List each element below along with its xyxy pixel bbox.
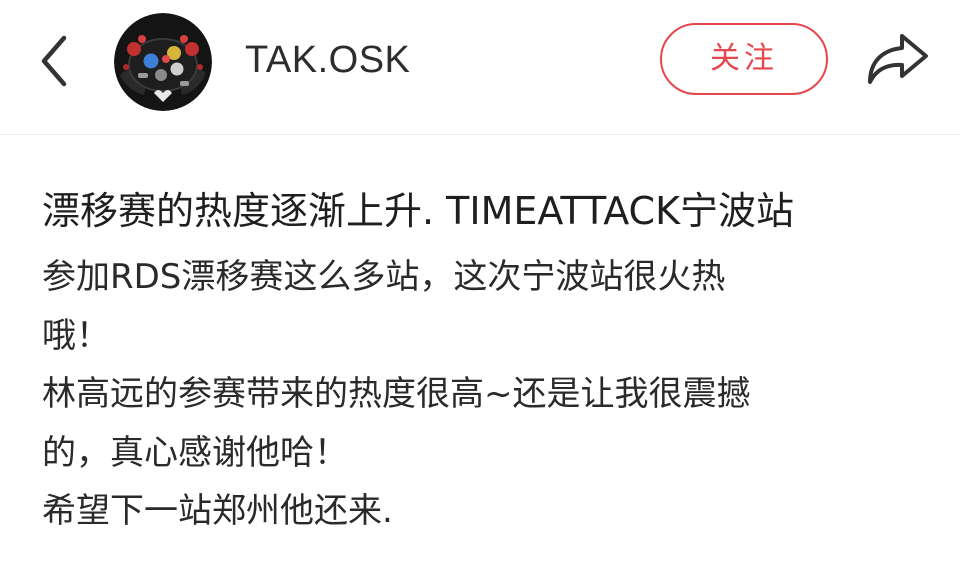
- username[interactable]: TAK.OSK: [245, 38, 410, 82]
- post-content: 漂移赛的热度逐渐上升. TIMEATTACK宁波站 参加RDS漂移赛这么多站，这…: [42, 180, 942, 541]
- follow-button[interactable]: 关注: [660, 23, 828, 95]
- steering-wheel-avatar: [114, 13, 212, 111]
- post-body-line: 参加RDS漂移赛这么多站，这次宁波站很火热: [42, 257, 726, 297]
- post-body-line: 希望下一站郑州他还来.: [42, 491, 393, 531]
- share-arrow-icon: [868, 34, 928, 84]
- share-button[interactable]: [862, 28, 932, 90]
- post-body: 参加RDS漂移赛这么多站，这次宁波站很火热 哦！ 林高远的参赛带来的热度很高~还…: [42, 248, 942, 541]
- post-body-line: 哦！: [42, 315, 110, 356]
- post-body-line: 的，真心感谢他哈！: [42, 432, 348, 473]
- back-button[interactable]: [30, 34, 80, 88]
- chevron-left-icon: [41, 35, 67, 87]
- avatar[interactable]: [114, 13, 212, 111]
- post-body-line: 林高远的参赛带来的热度很高~还是让我很震撼: [42, 374, 751, 414]
- post-title: 漂移赛的热度逐渐上升. TIMEATTACK宁波站: [42, 189, 795, 233]
- top-bar: TAK.OSK 关注: [0, 0, 960, 135]
